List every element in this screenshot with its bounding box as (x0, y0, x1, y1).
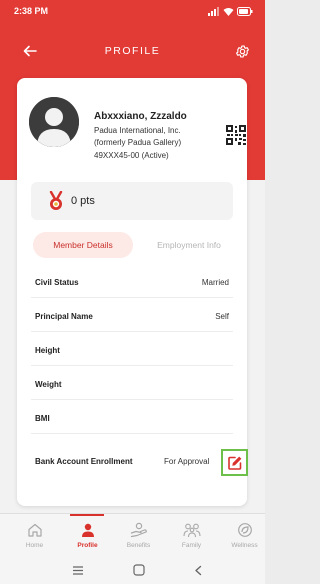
wifi-icon (223, 7, 234, 16)
nav-label: Wellness (231, 542, 258, 549)
recent-apps-button[interactable] (70, 563, 86, 577)
medal-icon (49, 191, 63, 210)
bank-account-status: For Approval (164, 457, 210, 466)
nav-label: Profile (77, 542, 98, 549)
chevron-left-icon (195, 565, 202, 575)
nav-label: Family (181, 542, 202, 549)
profile-card: Abxxxiano, Zzzaldo Padua International, … (17, 78, 248, 506)
bank-account-row: Bank Account Enrollment For Approval (31, 444, 248, 480)
edit-bank-account-button[interactable] (221, 449, 248, 476)
detail-value: Married (201, 278, 229, 287)
detail-label: Civil Status (35, 278, 79, 287)
wellness-icon (236, 521, 254, 539)
tab-employment-info[interactable]: Employment Info (145, 232, 233, 258)
member-name: Abxxxiano, Zzzaldo (94, 111, 187, 122)
detail-label: Weight (35, 380, 62, 389)
tab-member-details[interactable]: Member Details (33, 232, 133, 258)
qr-code-icon (226, 125, 246, 145)
recent-apps-icon (73, 565, 83, 575)
signal-icon (208, 6, 219, 16)
bottom-navigation: Home Profile Benefits Family Wellness (0, 513, 265, 557)
detail-row-height: Height (31, 336, 233, 366)
page-title: PROFILE (104, 45, 161, 57)
detail-row-principal-name: Principal Name Self (31, 302, 233, 332)
nav-wellness[interactable]: Wellness (218, 514, 265, 558)
user-silhouette-icon (29, 97, 79, 147)
bank-account-label: Bank Account Enrollment (35, 457, 133, 466)
detail-row-bmi: BMI (31, 404, 233, 434)
nav-label: Benefits (126, 542, 151, 549)
tab-bar: Member Details Employment Info (31, 232, 233, 258)
member-id: 49XXX45-00 (Active) (94, 151, 169, 160)
settings-button[interactable] (233, 42, 251, 60)
qr-code-button[interactable] (226, 125, 246, 145)
status-time: 2:38 PM (14, 6, 49, 16)
status-icons (208, 6, 253, 16)
detail-value: Self (215, 312, 229, 321)
points-value: 0 pts (71, 195, 95, 207)
nav-home[interactable]: Home (8, 514, 61, 558)
arrow-left-icon (23, 45, 37, 57)
status-bar: 2:38 PM (0, 0, 265, 22)
nav-benefits[interactable]: Benefits (112, 514, 165, 558)
points-box[interactable]: 0 pts (31, 182, 233, 220)
home-system-button[interactable] (131, 563, 147, 577)
nav-family[interactable]: Family (165, 514, 218, 558)
family-icon (182, 521, 201, 539)
back-button[interactable] (22, 43, 38, 59)
company-former-name: (formerly Padua Gallery) (94, 138, 182, 147)
detail-label: Principal Name (35, 312, 93, 321)
nav-profile[interactable]: Profile (61, 514, 114, 558)
edit-icon (227, 456, 241, 470)
back-system-button[interactable] (190, 563, 206, 577)
avatar (29, 97, 79, 147)
detail-row-weight: Weight (31, 370, 233, 400)
profile-screen: 2:38 PM PROFILE Abxxxiano, Zzzaldo Padua… (0, 0, 265, 584)
detail-row-civil-status: Civil Status Married (31, 268, 233, 298)
battery-icon (237, 6, 253, 16)
detail-label: BMI (35, 414, 50, 423)
app-bar: PROFILE (0, 36, 265, 66)
gear-icon (235, 45, 249, 57)
company-name: Padua International, Inc. (94, 126, 181, 135)
nav-label: Home (25, 542, 44, 549)
system-navigation-bar (0, 557, 265, 584)
profile-icon (79, 521, 97, 539)
detail-label: Height (35, 346, 60, 355)
square-icon (133, 564, 145, 576)
home-icon (26, 521, 44, 539)
benefits-icon (130, 521, 148, 539)
